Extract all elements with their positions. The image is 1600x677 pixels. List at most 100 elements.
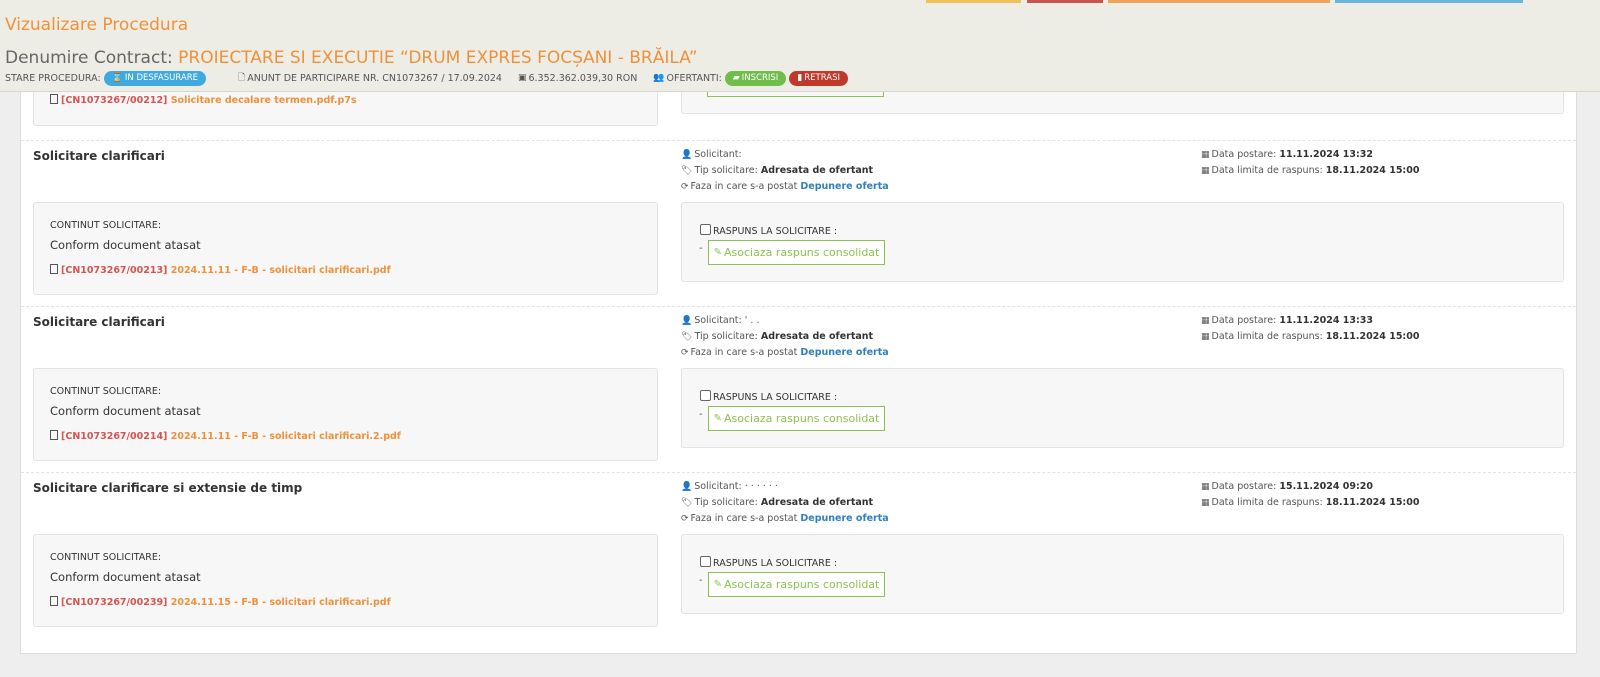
request-meta: 👤 Solicitant: ' . . 🏷 Tip solicitare: Adre… [681, 313, 889, 361]
type-value: Adresata de ofertant [760, 497, 874, 508]
assoc-response-button[interactable]: ✎ Asociaza raspuns consolidat [708, 572, 885, 597]
toolbar-button-edge-1[interactable] [926, 0, 1021, 3]
partial-response-box [681, 91, 1564, 114]
edit-icon: ✎ [713, 247, 723, 258]
assoc-response-button[interactable]: ✎ Asociaza raspuns consolidat [708, 406, 885, 431]
request-dates: ▦ Data postare: 11.11.2024 13:33 ▦ Data li… [1201, 313, 1419, 345]
solicitant-row: 👤 Solicitant: ' . . [681, 313, 889, 329]
enrolled-badge[interactable]: ▰ INSCRISI [724, 70, 787, 86]
toolbar-button-edge-4[interactable] [1335, 0, 1523, 3]
response-checkbox[interactable] [700, 556, 711, 567]
toolbar-button-edge-2[interactable] [1027, 0, 1103, 3]
post-date-row: ▦ Data postare: 11.11.2024 13:32 [1201, 147, 1419, 163]
type-row: 🏷 Tip solicitare: Adresata de ofertant [681, 329, 889, 345]
phase-label: Faza in care s-a postat [690, 181, 798, 192]
enrolled-badge-text: INSCRISI [741, 73, 779, 83]
post-date-label: Data postare: [1211, 481, 1277, 492]
request-content-box: CONTINUT SOLICITARE: Conform document at… [33, 534, 658, 627]
assoc-response-label: Asociaza raspuns consolidat [724, 412, 880, 425]
type-label: Tip solicitare: [694, 497, 758, 508]
request-content-box: CONTINUT SOLICITARE: Conform document at… [33, 202, 658, 295]
attachment-link[interactable]: [CN1073267/00239] 2024.11.15 - F-B - sol… [50, 596, 391, 608]
content-label: CONTINUT SOLICITARE: [50, 220, 162, 231]
withdrawn-badge-text: RETRASI [804, 73, 841, 83]
hourglass-icon: ⌛ [111, 73, 123, 83]
tag-icon: 🏷 [681, 166, 693, 176]
assoc-response-label: Asociaza raspuns consolidat [724, 246, 880, 259]
file-icon [50, 596, 58, 606]
edit-icon: ✎ [713, 579, 723, 590]
users-icon: 👥 [653, 73, 665, 83]
deadline-value: 18.11.2024 15:00 [1325, 331, 1420, 342]
attachment-link[interactable]: [CN1073267/00214] 2024.11.11 - F-B - sol… [50, 430, 401, 442]
calendar-check-icon: ▦ [1201, 166, 1210, 176]
phase-link[interactable]: Depunere oferta [800, 513, 888, 524]
calendar-check-icon: ▦ [1201, 498, 1210, 508]
post-date-row: ▦ Data postare: 11.11.2024 13:33 [1201, 313, 1419, 329]
type-row: 🏷 Tip solicitare: Adresata de ofertant [681, 163, 889, 179]
type-label: Tip solicitare: [694, 165, 758, 176]
page-title: Vizualizare Procedura [5, 15, 189, 35]
request-title: Solicitare clarificari [33, 149, 165, 163]
phase-row: ⟳ Faza in care s-a postat Depunere oferta [681, 345, 889, 361]
deadline-row: ▦ Data limita de raspuns: 18.11.2024 15:0… [1201, 329, 1419, 345]
content-text: Conform document atasat [50, 404, 201, 418]
deadline-label: Data limita de raspuns: [1211, 165, 1323, 176]
bidders: 👥 OFERTANTI: ▰ INSCRISI ▮ RETRASI [653, 70, 849, 86]
attachment-name: 2024.11.11 - F-B - solicitari clarificar… [170, 431, 401, 442]
refresh-icon: ⟳ [681, 182, 689, 192]
phase-link[interactable]: Depunere oferta [800, 347, 888, 358]
request-title: Solicitare clarificare si extensie de ti… [33, 481, 303, 495]
user-icon: 👤 [681, 150, 693, 160]
assoc-response-button[interactable]: ✎ Asociaza raspuns consolidat [708, 240, 885, 265]
response-empty-dash: - [699, 243, 703, 254]
assoc-response-label: Asociaza raspuns consolidat [724, 578, 880, 591]
attachment-name: Solicitare decalare termen.pdf.p7s [170, 95, 357, 106]
money-icon: ▣ [517, 73, 527, 83]
deadline-label: Data limita de raspuns: [1211, 331, 1323, 342]
calendar-check-icon: ▦ [1201, 332, 1210, 342]
status-label: STARE PROCEDURA: [5, 72, 101, 84]
request-item: Solicitare clarificari 👤 Solicitant: 🏷 Tip… [21, 140, 1576, 309]
attachment-name: 2024.11.15 - F-B - solicitari clarificar… [170, 597, 391, 608]
request-title: Solicitare clarificari [33, 315, 165, 329]
tag-icon: 🏷 [681, 332, 693, 342]
content-label: CONTINUT SOLICITARE: [50, 386, 162, 397]
status-badge-text: IN DESFASURARE [124, 73, 198, 83]
solicitant-label: Solicitant: [694, 315, 742, 326]
response-box: RASPUNS LA SOLICITARE : - ✎ Asociaza rasp… [681, 534, 1564, 614]
contract-label: Denumire Contract: [5, 48, 173, 68]
attachment-id: [CN1073267/00212] [61, 95, 168, 106]
response-label: RASPUNS LA SOLICITARE : [713, 392, 838, 403]
bidders-label: OFERTANTI: [666, 72, 722, 84]
tag-icon: 🏷 [681, 498, 693, 508]
user-icon: 👤 [681, 316, 693, 326]
post-date-row: ▦ Data postare: 15.11.2024 09:20 [1201, 479, 1419, 495]
document-icon: 🗋 [237, 73, 246, 83]
solicitant-row: 👤 Solicitant: [681, 147, 889, 163]
attachment-link[interactable]: [CN1073267/00213] 2024.11.11 - F-B - sol… [50, 264, 391, 276]
attachment-name: 2024.11.11 - F-B - solicitari clarificar… [170, 265, 391, 276]
attachment-id: [CN1073267/00213] [61, 265, 168, 276]
phase-label: Faza in care s-a postat [690, 513, 798, 524]
contract-name: PROIECTARE SI EXECUTIE “DRUM EXPRES FOCȘ… [178, 48, 698, 68]
response-empty-dash: - [699, 575, 703, 586]
response-checkbox[interactable] [700, 390, 711, 401]
solicitant-value: ' . . [744, 315, 760, 326]
contract-line: Denumire Contract: PROIECTARE SI EXECUTI… [5, 48, 698, 68]
calendar-icon: ▦ [1201, 150, 1210, 160]
comments-icon: ▰ [732, 73, 740, 83]
attachment-link[interactable]: [CN1073267/00212] Solicitare decalare te… [50, 94, 357, 106]
partial-request-content: [CN1073267/00212] Solicitare decalare te… [33, 92, 658, 126]
status-line: STARE PROCEDURA: ⌛ IN DESFASURARE 🗋 ANUN… [5, 70, 849, 86]
phase-link[interactable]: Depunere oferta [800, 181, 888, 192]
toolbar-button-edge-3[interactable] [1108, 0, 1330, 3]
content-label: CONTINUT SOLICITARE: [50, 552, 162, 563]
withdrawn-badge[interactable]: ▮ RETRASI [789, 70, 849, 86]
request-dates: ▦ Data postare: 11.11.2024 13:32 ▦ Data li… [1201, 147, 1419, 179]
deadline-label: Data limita de raspuns: [1211, 497, 1323, 508]
file-icon [50, 94, 58, 104]
response-empty-dash: - [699, 409, 703, 420]
deadline-value: 18.11.2024 15:00 [1325, 165, 1420, 176]
response-checkbox[interactable] [700, 224, 711, 235]
